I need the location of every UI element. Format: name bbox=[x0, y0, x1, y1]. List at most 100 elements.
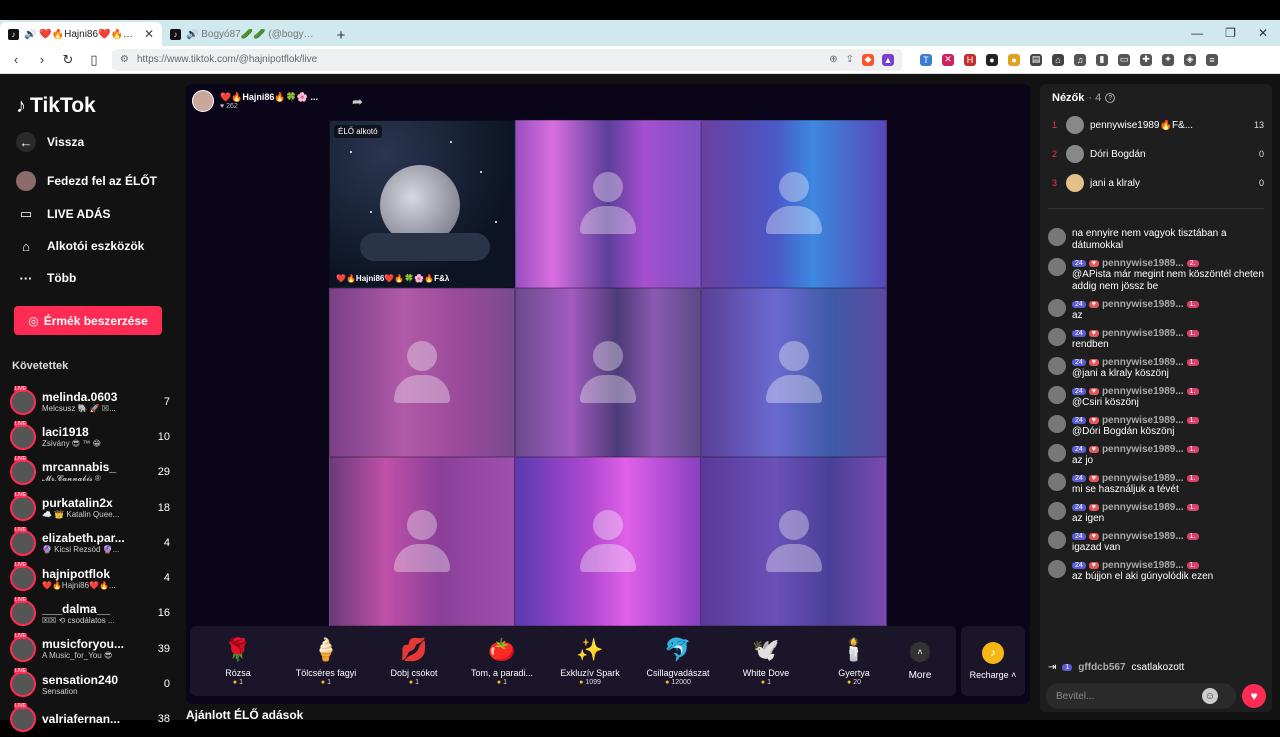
chat-message[interactable]: 24 ♥ pennywise1989... 1. az bújjon el aki gú… bbox=[1048, 560, 1264, 583]
extension-icon[interactable]: ▤ bbox=[1030, 53, 1042, 66]
extension-icon[interactable]: ⌂ bbox=[1052, 53, 1064, 66]
get-coins-button[interactable]: ◎ Érmék beszerzése bbox=[14, 306, 162, 335]
guest-slot[interactable] bbox=[701, 120, 887, 288]
reload-icon[interactable]: ↻ bbox=[60, 52, 76, 68]
nav-explore-live[interactable]: Fedezd fel az ÉLŐT bbox=[16, 171, 157, 191]
nav-creator-tools[interactable]: ⌂ Alkotói eszközök bbox=[16, 236, 144, 256]
following-item[interactable]: sensation240Sensation 0 bbox=[10, 666, 170, 701]
vpn-icon[interactable]: ▲ bbox=[882, 53, 894, 66]
chat-message[interactable]: 24 ♥ pennywise1989... 2. @APista már megint … bbox=[1048, 258, 1264, 293]
extension-icon[interactable]: H bbox=[964, 53, 976, 66]
site-settings-icon[interactable]: ⚙ bbox=[120, 54, 129, 65]
gift-item[interactable]: ✨ Exkluzív Spark1099 bbox=[546, 636, 634, 686]
gift-item[interactable]: 🌹 Rózsa1 bbox=[194, 636, 282, 686]
extension-icon[interactable]: ✕ bbox=[942, 53, 954, 66]
fan-club-icon: ♥ bbox=[1088, 504, 1099, 511]
chat-message[interactable]: 24 ♥ pennywise1989... 1. @jani a klraly kösz… bbox=[1048, 357, 1264, 380]
share-arrow-icon[interactable]: ➦ bbox=[352, 94, 363, 110]
following-item[interactable]: valriafernan... 38 bbox=[10, 702, 170, 737]
share-icon[interactable]: ⇪ bbox=[846, 54, 854, 65]
restore-icon[interactable]: ❐ bbox=[1225, 26, 1236, 40]
recharge-button[interactable]: ♪ Recharge ˄ bbox=[961, 626, 1025, 696]
following-item[interactable]: mrcannabis_𝓜𝓻.𝓒𝓪𝓷𝓷𝓪𝓫𝓲𝓼 ® 29 bbox=[10, 455, 170, 490]
nav-back[interactable]: ← Vissza bbox=[16, 132, 84, 152]
url-field[interactable]: ⚙ https://www.tiktok.com/@hajnipotflok/l… bbox=[112, 48, 902, 71]
extensions-puzzle-icon[interactable]: ✚ bbox=[1140, 53, 1152, 66]
minimize-icon[interactable]: — bbox=[1191, 26, 1203, 40]
guest-slot[interactable] bbox=[515, 120, 701, 288]
ai-icon[interactable]: ✦ bbox=[1162, 53, 1174, 66]
guest-slot[interactable] bbox=[701, 288, 887, 457]
tiktok-live-page: ♪ TikTok ← Vissza Fedezd fel az ÉLŐT ▭ L… bbox=[0, 74, 1280, 733]
chat-message[interactable]: 24 ♥ pennywise1989... 1. rendben bbox=[1048, 328, 1264, 351]
close-window-icon[interactable]: ✕ bbox=[1258, 26, 1268, 40]
guest-slot[interactable] bbox=[701, 457, 887, 626]
host-video-tile[interactable]: ÉLŐ alkotó ❤️🔥Hajni86❤️🔥🍀🌸🔥F&λ bbox=[329, 120, 515, 288]
chat-message[interactable]: na ennyire nem vagyok tisztában a dátumo… bbox=[1048, 228, 1264, 252]
following-item[interactable]: hajnipotflok❤️🔥Hajni86❤️🔥... 4 bbox=[10, 560, 170, 595]
gift-item[interactable]: 🍦 Tölcséres fagyi1 bbox=[282, 636, 370, 686]
chat-username: pennywise1989... bbox=[1101, 473, 1184, 484]
nav-more[interactable]: ··· Több bbox=[16, 268, 77, 288]
browser-tab-inactive[interactable]: ♪ 🔊 Bogyó87🥒🥒 (@bogyo87_) É bbox=[162, 22, 324, 46]
back-icon[interactable]: ‹ bbox=[8, 52, 24, 67]
fan-club-icon: ♥ bbox=[1088, 533, 1099, 540]
new-tab-button[interactable]: + bbox=[330, 24, 352, 46]
menu-icon[interactable]: ≡ bbox=[1206, 53, 1218, 66]
top-viewer-row[interactable]: 3 jani a klraly 0 bbox=[1052, 174, 1264, 192]
chat-username: pennywise1989... bbox=[1101, 386, 1184, 397]
guest-slot[interactable] bbox=[329, 457, 515, 626]
sidebar-icon[interactable]: ▮ bbox=[1096, 53, 1108, 66]
gift-item[interactable]: 🕊️ White Dove1 bbox=[722, 636, 810, 686]
emoji-icon[interactable]: ☺ bbox=[1202, 688, 1218, 704]
extension-icon[interactable]: ● bbox=[1008, 53, 1020, 66]
like-heart-button[interactable]: ♥ bbox=[1242, 684, 1266, 708]
guest-slot[interactable] bbox=[515, 288, 701, 457]
gift-item[interactable]: 🕯️ Gyertya20 bbox=[810, 636, 898, 686]
bookmark-icon[interactable]: ▯ bbox=[86, 52, 102, 68]
zoom-icon[interactable]: ⊕ bbox=[829, 54, 837, 65]
viewers-count: · 4 bbox=[1088, 92, 1102, 104]
browser-tab-active[interactable]: ♪ 🔊 ❤️🔥Hajni86❤️🔥🍀🌸🔥F& ✕ bbox=[0, 22, 162, 46]
help-icon[interactable]: ? bbox=[1105, 93, 1116, 103]
level-badge: 24 bbox=[1072, 301, 1086, 308]
chat-message[interactable]: 24 ♥ pennywise1989... 1. igazad van bbox=[1048, 531, 1264, 554]
chat-message[interactable]: 24 ♥ pennywise1989... 1. az jo bbox=[1048, 444, 1264, 467]
top-viewer-row[interactable]: 1 pennywise1989🔥F&... 13 bbox=[1052, 116, 1264, 134]
chat-message[interactable]: 24 ♥ pennywise1989... 1. az igen bbox=[1048, 502, 1264, 525]
chat-message[interactable]: 24 ♥ pennywise1989... 1. az bbox=[1048, 299, 1264, 322]
forward-icon[interactable]: › bbox=[34, 52, 50, 67]
nav-label: Vissza bbox=[47, 135, 85, 149]
tiktok-logo[interactable]: ♪ TikTok bbox=[16, 94, 96, 118]
following-item[interactable]: purkatalin2x☁️ 👑 Katalin Quee... 18 bbox=[10, 490, 170, 525]
following-item[interactable]: ___dalma__☒☒ ⟲ csodálatos ... 16 bbox=[10, 596, 170, 631]
brave-shield-icon[interactable]: ◆ bbox=[862, 53, 874, 66]
chat-message[interactable]: 24 ♥ pennywise1989... 1. mi se használjuk a … bbox=[1048, 473, 1264, 496]
gift-item[interactable]: 🐬 Csillagvadászat12000 bbox=[634, 636, 722, 686]
following-item[interactable]: musicforyou...A Music_for_You 😎 39 bbox=[10, 631, 170, 666]
guest-slot[interactable] bbox=[515, 457, 701, 626]
top-viewer-row[interactable]: 2 Dóri Bogdán 0 bbox=[1052, 145, 1264, 163]
shield-icon[interactable]: ◈ bbox=[1184, 53, 1196, 66]
viewers-title: Nézők bbox=[1052, 92, 1085, 104]
joined-username[interactable]: gffdcb567 bbox=[1078, 662, 1125, 673]
host-avatar[interactable] bbox=[192, 90, 214, 112]
gift-item[interactable]: 💋 Dobj csókot1 bbox=[370, 636, 458, 686]
gift-item[interactable]: 🍅 Tom, a paradi...1 bbox=[458, 636, 546, 686]
more-gifts-button[interactable]: ˄ More bbox=[898, 641, 942, 681]
following-item[interactable]: melinda.0603Melcsusz 🐘 🚀 ☒... 7 bbox=[10, 384, 170, 419]
nav-live[interactable]: ▭ LIVE ADÁS bbox=[16, 204, 111, 224]
following-item[interactable]: elizabeth.par...🔮 Kicsi Rezsód 🔮... 4 bbox=[10, 525, 170, 560]
host-info[interactable]: ❤️🔥Hajni86🔥🍀🌸 ... ♥ 262 bbox=[192, 90, 318, 112]
following-subtitle: ❤️🔥Hajni86❤️🔥... bbox=[42, 580, 116, 590]
wallet-icon[interactable]: ▭ bbox=[1118, 53, 1130, 66]
translate-extension-icon[interactable]: T bbox=[920, 53, 932, 66]
chat-message[interactable]: 24 ♥ pennywise1989... 1. @Dóri Bogdán köszön… bbox=[1048, 415, 1264, 438]
extension-icon[interactable]: ● bbox=[986, 53, 998, 66]
following-item[interactable]: laci1918Zsivány 😎 ™ 😁 10 bbox=[10, 419, 170, 454]
level-badge: 24 bbox=[1072, 504, 1086, 511]
close-tab-icon[interactable]: ✕ bbox=[144, 27, 154, 41]
music-icon[interactable]: ♫ bbox=[1074, 53, 1086, 66]
guest-slot[interactable] bbox=[329, 288, 515, 457]
chat-message[interactable]: 24 ♥ pennywise1989... 1. @Csiri köszönj bbox=[1048, 386, 1264, 409]
